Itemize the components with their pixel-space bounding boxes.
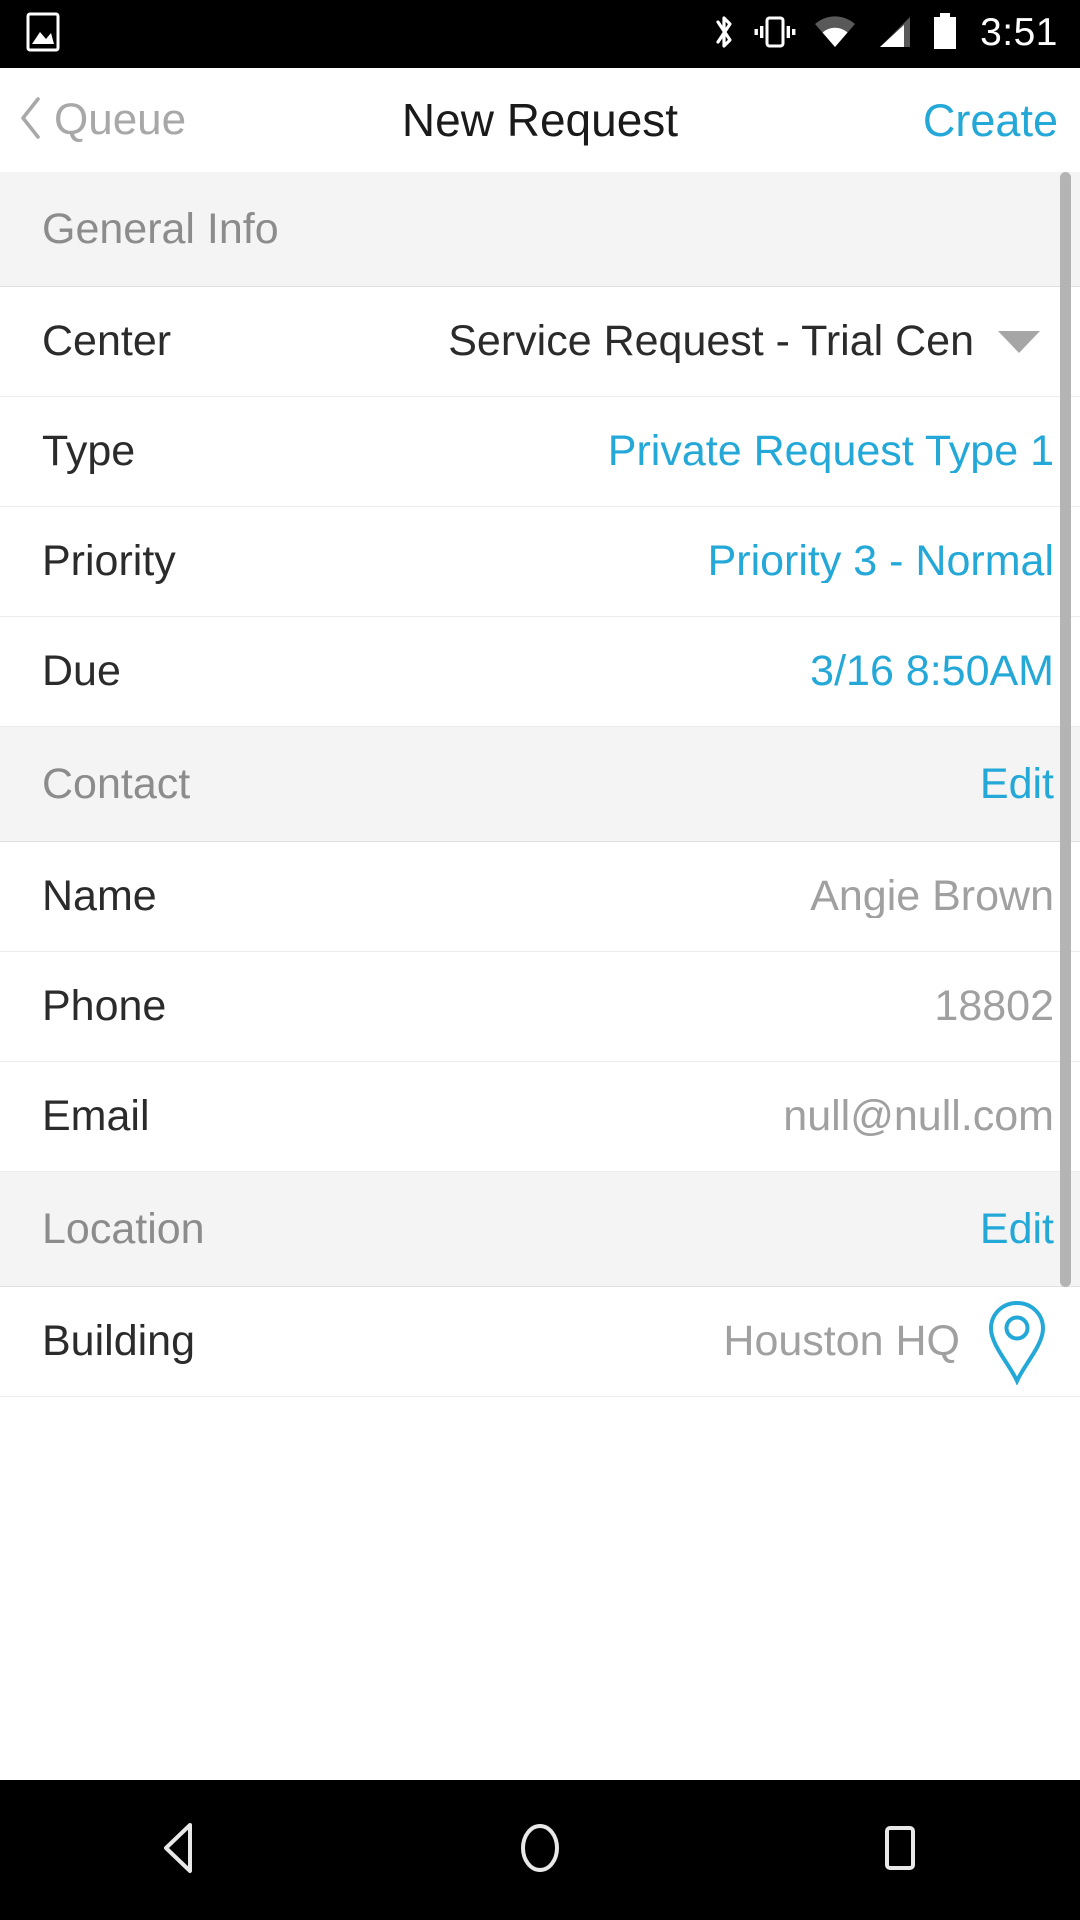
form-row[interactable]: Due 3/16 8:50AM xyxy=(0,617,1080,727)
row-label: Center xyxy=(42,317,172,365)
status-bar-clock: 3:51 xyxy=(980,11,1058,54)
form-row[interactable]: Email null@null.com xyxy=(0,1062,1080,1172)
section-edit-button[interactable]: Edit xyxy=(980,1207,1054,1251)
row-value[interactable]: Service Request - Trial Cen xyxy=(448,320,986,363)
chevron-down-icon[interactable] xyxy=(998,330,1040,353)
section-edit-button[interactable]: Edit xyxy=(980,762,1054,806)
section-title: Contact xyxy=(42,759,191,808)
system-back-button[interactable] xyxy=(80,1819,280,1882)
form-scroll-area[interactable]: General Info Center Service Request - Tria… xyxy=(0,172,1080,1430)
phone-screen: 3:51 Queue New Request Create General In… xyxy=(0,0,1080,1920)
section-header: Contact Edit xyxy=(0,727,1080,842)
home-circle-icon xyxy=(511,1819,569,1882)
status-bar-notifications xyxy=(26,12,60,57)
form-row[interactable]: Center Service Request - Trial Cen xyxy=(0,287,1080,397)
row-label: Due xyxy=(42,647,121,695)
android-system-nav-bar xyxy=(0,1780,1080,1920)
row-label: Name xyxy=(42,872,157,920)
back-triangle-icon xyxy=(152,1819,208,1882)
form-row[interactable]: Phone 18802 xyxy=(0,952,1080,1062)
row-value[interactable]: 18802 xyxy=(934,985,1054,1028)
page-title: New Request xyxy=(401,94,679,146)
section-title: General Info xyxy=(42,204,279,253)
system-home-button[interactable] xyxy=(440,1819,640,1882)
wifi-icon xyxy=(813,14,857,55)
row-label: Building xyxy=(42,1317,195,1365)
row-value[interactable]: Houston HQ xyxy=(723,1320,960,1363)
row-label: Phone xyxy=(42,982,167,1030)
vertical-scrollbar[interactable] xyxy=(1060,172,1071,1287)
row-value[interactable]: null@null.com xyxy=(783,1095,1054,1138)
cellular-signal-icon xyxy=(874,14,914,55)
content-bottom-filler xyxy=(0,1430,1080,1780)
create-button[interactable]: Create xyxy=(923,98,1080,143)
status-bar-icons: 3:51 xyxy=(711,12,1058,57)
top-nav-bar: Queue New Request Create xyxy=(0,68,1080,172)
bluetooth-icon xyxy=(711,12,737,57)
row-label: Type xyxy=(42,427,136,475)
row-label: Email xyxy=(42,1092,150,1140)
row-value[interactable]: 3/16 8:50AM xyxy=(810,650,1054,693)
recents-square-icon xyxy=(874,1819,926,1882)
row-value[interactable]: Priority 3 - Normal xyxy=(708,540,1054,583)
vibrate-icon xyxy=(754,14,796,55)
section-header: General Info xyxy=(0,172,1080,287)
battery-icon xyxy=(931,12,959,57)
form-row[interactable]: Type Private Request Type 1 xyxy=(0,397,1080,507)
status-bar: 3:51 xyxy=(0,0,1080,68)
system-recents-button[interactable] xyxy=(800,1819,1000,1882)
row-value[interactable]: Angie Brown xyxy=(810,875,1054,918)
map-pin-icon[interactable] xyxy=(986,1299,1048,1385)
row-value[interactable]: Private Request Type 1 xyxy=(608,430,1054,473)
section-header: Location Edit xyxy=(0,1172,1080,1287)
section-title: Location xyxy=(42,1204,205,1253)
form-row[interactable]: Priority Priority 3 - Normal xyxy=(0,507,1080,617)
form-row[interactable]: Name Angie Brown xyxy=(0,842,1080,952)
photo-icon xyxy=(26,12,60,57)
row-label: Priority xyxy=(42,537,176,585)
form-row[interactable]: Building Houston HQ xyxy=(0,1287,1080,1397)
